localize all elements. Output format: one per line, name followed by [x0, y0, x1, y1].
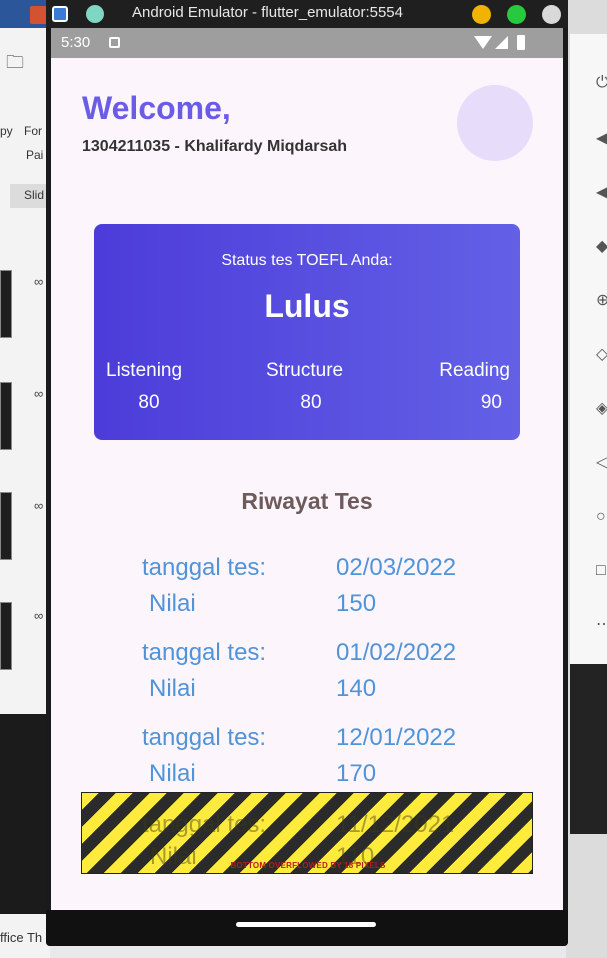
link-icon: ∞: [34, 498, 44, 513]
status-time: 5:30: [61, 34, 91, 51]
score-reading: Reading 90: [430, 360, 510, 414]
battery-icon: [517, 35, 525, 50]
home-icon[interactable]: ○: [596, 508, 607, 526]
power-icon[interactable]: ⏻: [596, 74, 607, 92]
date-label: tanggal tes:: [142, 554, 267, 581]
score-listening: Listening 80: [106, 360, 192, 414]
status-label: Status tes TOEFL Anda:: [221, 252, 393, 269]
slide-thumbnail[interactable]: [0, 270, 12, 338]
list-item: tanggal tes: 01/02/2022 Nilai 140: [51, 639, 563, 725]
signal-icon: [495, 36, 508, 49]
android-status-bar: 5:30: [51, 28, 563, 58]
date-label: tanggal tes:: [142, 639, 267, 666]
background-presentation-app: 🗀 py For Pai Slid ∞ ∞ ∞ ∞ ffice Th: [0, 0, 50, 958]
slides-tab[interactable]: Slid: [10, 184, 50, 208]
home-gesture-bar[interactable]: [236, 922, 376, 927]
wifi-icon: [474, 36, 492, 49]
emulator-side-toolbar: ⏻ ◀ ◀ ◆ ⊕ ◇ ◈ ◁ ○ □ ⋯: [566, 0, 607, 958]
status-bar-text: ffice Th: [0, 918, 50, 958]
copy-tool-label[interactable]: py: [0, 124, 13, 138]
date-value: 02/03/2022: [336, 554, 457, 581]
rotate-icon[interactable]: ◇: [596, 346, 607, 364]
emulator-title-bar[interactable]: Android Emulator - flutter_emulator:5554: [46, 0, 568, 28]
dark-panel: [570, 664, 607, 834]
list-item: tanggal tes: 02/03/2022 Nilai 150: [51, 554, 563, 640]
welcome-heading: Welcome,: [82, 90, 231, 126]
format-painter-label[interactable]: For: [24, 124, 42, 138]
score-structure: Structure 80: [266, 360, 356, 414]
date-value: 12/01/2022: [336, 724, 457, 751]
user-id-text: 1304211035 - Khalifardy Miqdarsah: [82, 138, 348, 155]
score-label: Nilai: [149, 760, 196, 787]
link-icon: ∞: [34, 386, 44, 401]
volume-down-icon[interactable]: ◀: [596, 184, 607, 202]
avatar[interactable]: [457, 85, 533, 161]
status-value: Lulus: [264, 288, 350, 324]
volume-up-icon[interactable]: ◀: [596, 130, 607, 148]
slide-thumbnail[interactable]: [0, 382, 12, 450]
score-label: Nilai: [149, 675, 196, 702]
score-value: 80: [138, 392, 160, 413]
paint-label[interactable]: Pai: [26, 148, 43, 162]
link-icon: ∞: [34, 274, 44, 289]
score-name: Structure: [266, 360, 344, 381]
slide-thumbnail[interactable]: [0, 602, 12, 670]
ribbon-tools: 🗀 py For Pai: [0, 38, 50, 188]
score-value: 90: [480, 392, 502, 413]
minimize-button[interactable]: [472, 5, 491, 24]
date-value: 01/02/2022: [336, 639, 457, 666]
score-value: 170: [336, 760, 377, 787]
open-folder-icon[interactable]: 🗀: [6, 50, 24, 80]
score-value: 80: [300, 392, 322, 413]
emulator-window: Android Emulator - flutter_emulator:5554…: [46, 0, 568, 946]
android-nav-bar: [46, 910, 568, 946]
ribbon-bar: [0, 0, 50, 28]
code-preview: [0, 714, 50, 914]
app-icon: [52, 6, 68, 22]
more-icon[interactable]: ⋯: [596, 616, 607, 634]
score-label: Nilai: [149, 590, 196, 617]
back-icon[interactable]: ◁: [596, 454, 607, 472]
emulator-logo-icon: [86, 5, 104, 23]
score-name: Listening: [106, 360, 183, 381]
overflow-warning-stripe: tanggal tes: 11/12/2021 Nilai 110 BOTTOM…: [81, 792, 533, 874]
zoom-icon[interactable]: ⊕: [596, 292, 607, 310]
score-value: 150: [336, 590, 377, 617]
slide-thumbnail[interactable]: [0, 492, 12, 560]
date-value: 11/12/2021: [336, 811, 455, 838]
side-toolbar-panel: ⏻ ◀ ◀ ◆ ⊕ ◇ ◈ ◁ ○ □ ⋯: [570, 34, 607, 664]
score-value: 140: [336, 675, 377, 702]
overflow-message: BOTTOM OVERFLOWED BY 18 PIXELS: [230, 861, 386, 870]
phone-screen: 5:30 Welcome, 1304211035 - Khalifardy Mi…: [51, 28, 563, 910]
overview-icon[interactable]: □: [596, 562, 607, 580]
score-name: Reading: [439, 360, 510, 381]
close-button[interactable]: [542, 5, 561, 24]
rotate-left-icon[interactable]: ◆: [596, 238, 607, 256]
history-title: Riwayat Tes: [241, 488, 373, 514]
date-label: tanggal tes:: [142, 724, 267, 751]
sim-icon: [109, 37, 120, 48]
date-label: tanggal tes:: [142, 811, 267, 838]
link-icon: ∞: [34, 608, 44, 623]
window-title: Android Emulator - flutter_emulator:5554: [132, 4, 403, 21]
toefl-status-card: Status tes TOEFL Anda: Lulus Listening 8…: [94, 224, 520, 440]
screenshot-icon[interactable]: ◈: [596, 400, 607, 418]
maximize-button[interactable]: [507, 5, 526, 24]
